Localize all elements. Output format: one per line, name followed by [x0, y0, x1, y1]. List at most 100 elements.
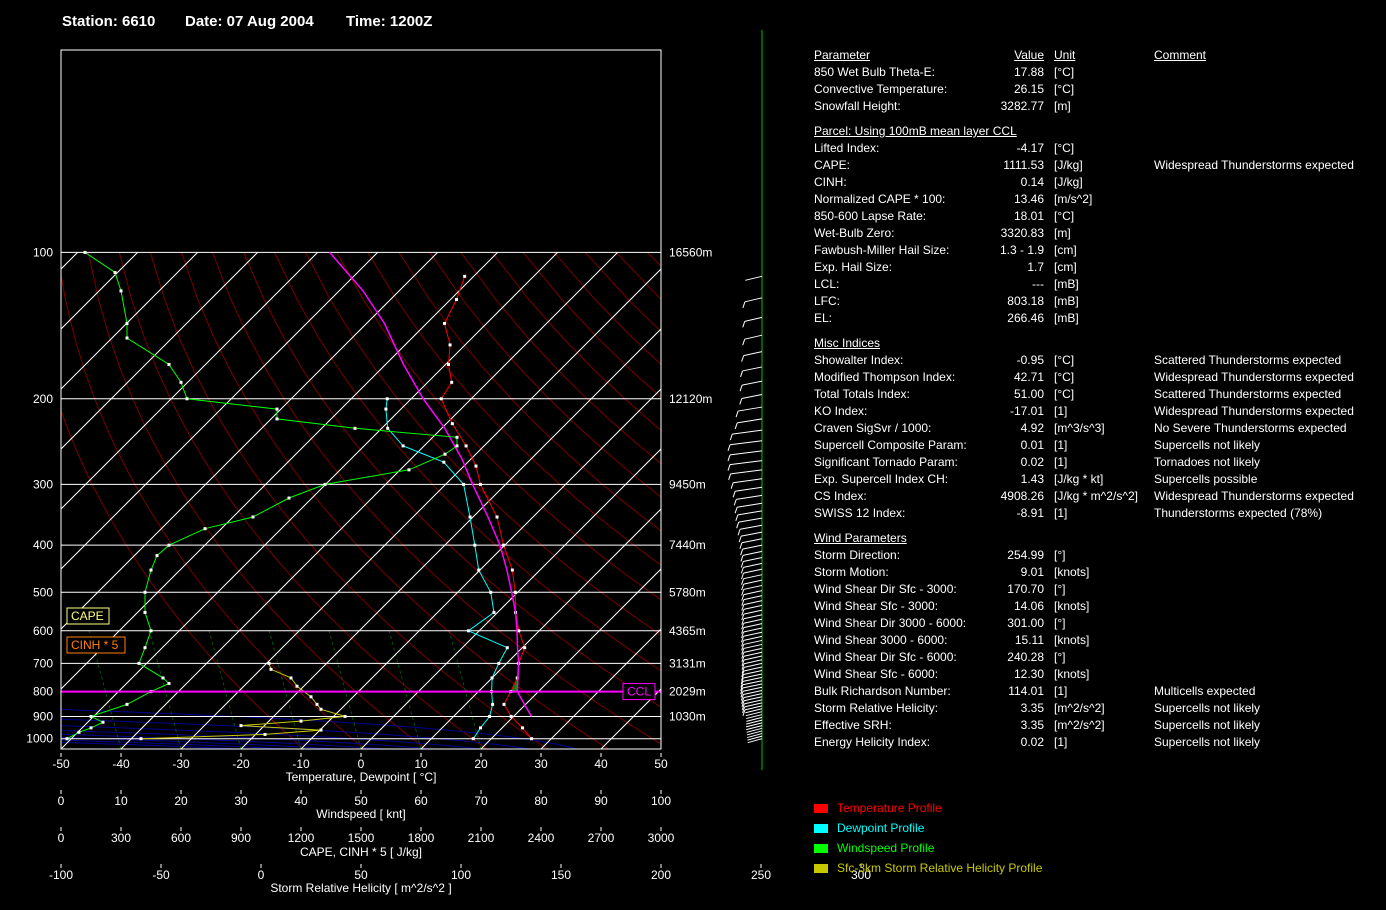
parameter-row: Wind Shear Sfc - 3000: 14.06 [knots] [814, 598, 1374, 615]
parameter-row: Exp. Hail Size: 1.7 [cm] [814, 259, 1374, 276]
wind-barb [743, 651, 763, 657]
wind-axis-title: Windspeed [ knt] [316, 807, 405, 821]
temp-axis-title: Temperature, Dewpoint [ °C] [286, 770, 437, 784]
parameter-row-com: Tornadoes not likely [1154, 455, 1261, 469]
temp-tick-label: -10 [292, 757, 310, 771]
data-point [495, 515, 499, 519]
parameter-row-name: Total Totals Index: [814, 387, 910, 401]
cape-tick-label: 2700 [588, 831, 615, 845]
wind-barb [743, 600, 763, 606]
parameter-row: KO Index: -17.01 [1] Widespread Thunderstor… [814, 403, 1374, 420]
wind-barb [743, 604, 763, 610]
height-tick-label: 2029m [669, 685, 706, 699]
table-header-row-unit: Unit [1054, 48, 1076, 62]
wind-barb [743, 635, 763, 641]
wind-barb-flag [727, 444, 731, 451]
parameter-row-name: Storm Motion: [814, 565, 889, 579]
wind-barb [743, 655, 763, 661]
height-tick-label: 5780m [669, 585, 706, 599]
parameter-row: Wind Shear Dir Sfc - 3000: 170.70 [°] [814, 581, 1374, 598]
parameter-row-unit: [knots] [1054, 599, 1090, 613]
parameter-row-unit: [1] [1054, 438, 1068, 452]
parameter-row-unit: [°C] [1054, 65, 1075, 79]
parameter-row-val: 1.7 [1027, 260, 1044, 274]
parameter-row-val: 301.00 [1007, 616, 1044, 630]
isotherm-line [61, 252, 558, 749]
wind-barb-flag [742, 321, 746, 328]
wind-barb-flag [739, 385, 743, 392]
data-point [523, 646, 527, 650]
parameter-row: CINH: 0.14 [J/kg] [814, 174, 1374, 191]
height-tick-label: 16560m [669, 245, 712, 259]
section-title: Misc Indices [814, 335, 1374, 352]
temp-tick-label: -50 [52, 757, 70, 771]
height-tick-label: 1030m [669, 709, 706, 723]
wind-barb [743, 568, 763, 574]
parameter-row-val: --- [1032, 277, 1044, 291]
wind-barb [744, 334, 763, 340]
ccl-marker-label: CCL [627, 685, 651, 699]
wind-barb [737, 502, 763, 508]
wind-barb [743, 662, 763, 668]
data-point [179, 380, 183, 384]
parameter-row: Wind Shear 3000 - 6000: 15.11 [knots] [814, 632, 1374, 649]
wind-barb [729, 460, 763, 466]
wind-barb [743, 556, 763, 562]
parameter-row-unit: [m] [1054, 226, 1071, 240]
parameter-row-unit: [°C] [1054, 209, 1075, 223]
parameter-row-com: Scattered Thunderstorms expected [1154, 353, 1342, 367]
parameter-row-unit: [°] [1054, 582, 1066, 596]
parameter-row: Exp. Supercell Index CH: 1.43 [J/kg * kt] S… [814, 471, 1374, 488]
parameter-row-unit: [°C] [1054, 387, 1075, 401]
cape-marker-label: CAPE [71, 609, 104, 623]
wind-barb-flag [742, 339, 746, 346]
parameter-row-unit: [m/s^2] [1054, 192, 1093, 206]
data-point [466, 629, 470, 633]
parameter-row-unit: [1] [1054, 455, 1068, 469]
parameter-row-com: Supercells not likely [1154, 701, 1261, 715]
wind-tick-label: 60 [414, 794, 428, 808]
dewpoint-line [385, 398, 508, 739]
parameter-row: Showalter Index: -0.95 [°C] Scattered Thund… [814, 352, 1374, 369]
parameter-row-name: Wind Shear Sfc - 3000: [814, 599, 939, 613]
parameter-table: Parameter Value Unit Comment 850 Wet Bulb Th… [814, 47, 1374, 751]
data-point [125, 702, 129, 706]
parameter-row-unit: [1] [1054, 735, 1068, 749]
pressure-tick-label: 200 [33, 392, 53, 406]
parameter-row-com: Supercells not likely [1154, 438, 1261, 452]
data-point [509, 714, 513, 718]
wind-barb [743, 623, 763, 629]
cape-tick-label: 900 [231, 831, 251, 845]
data-point [137, 661, 141, 665]
temp-tick-label: 30 [534, 757, 548, 771]
pressure-tick-label: 700 [33, 656, 53, 670]
plot-frame [60, 49, 662, 750]
data-point [269, 667, 273, 671]
wind-barb [743, 673, 763, 679]
parameter-row: 850-600 Lapse Rate: 18.01 [°C] [814, 208, 1374, 225]
legend-windspeed: Windspeed Profile [814, 841, 934, 855]
data-point [353, 426, 357, 430]
wind-barb [741, 380, 763, 386]
legend-helicity: Sfc-3km Storm Relative Helicity Profile [814, 861, 1042, 875]
legend-label: Windspeed Profile [837, 841, 935, 855]
section-title-name: Wind Parameters [814, 531, 907, 545]
parameter-row-unit: [cm] [1054, 260, 1077, 274]
data-point [143, 590, 147, 594]
wind-barb [732, 429, 763, 435]
section-title: Wind Parameters [814, 530, 1374, 547]
parameter-row-unit: [1] [1054, 506, 1068, 520]
data-point [155, 553, 159, 557]
data-point [143, 610, 147, 614]
data-point [448, 343, 452, 347]
parameter-row-val: 13.46 [1013, 192, 1044, 206]
isotherm-line [0, 252, 18, 749]
wind-barb [743, 643, 763, 649]
wind-barb [743, 627, 763, 633]
data-point [289, 676, 293, 680]
height-tick-label: 7440m [669, 538, 706, 552]
data-point [468, 515, 472, 519]
parameter-row-val: 0.02 [1020, 455, 1044, 469]
data-point [275, 417, 279, 421]
